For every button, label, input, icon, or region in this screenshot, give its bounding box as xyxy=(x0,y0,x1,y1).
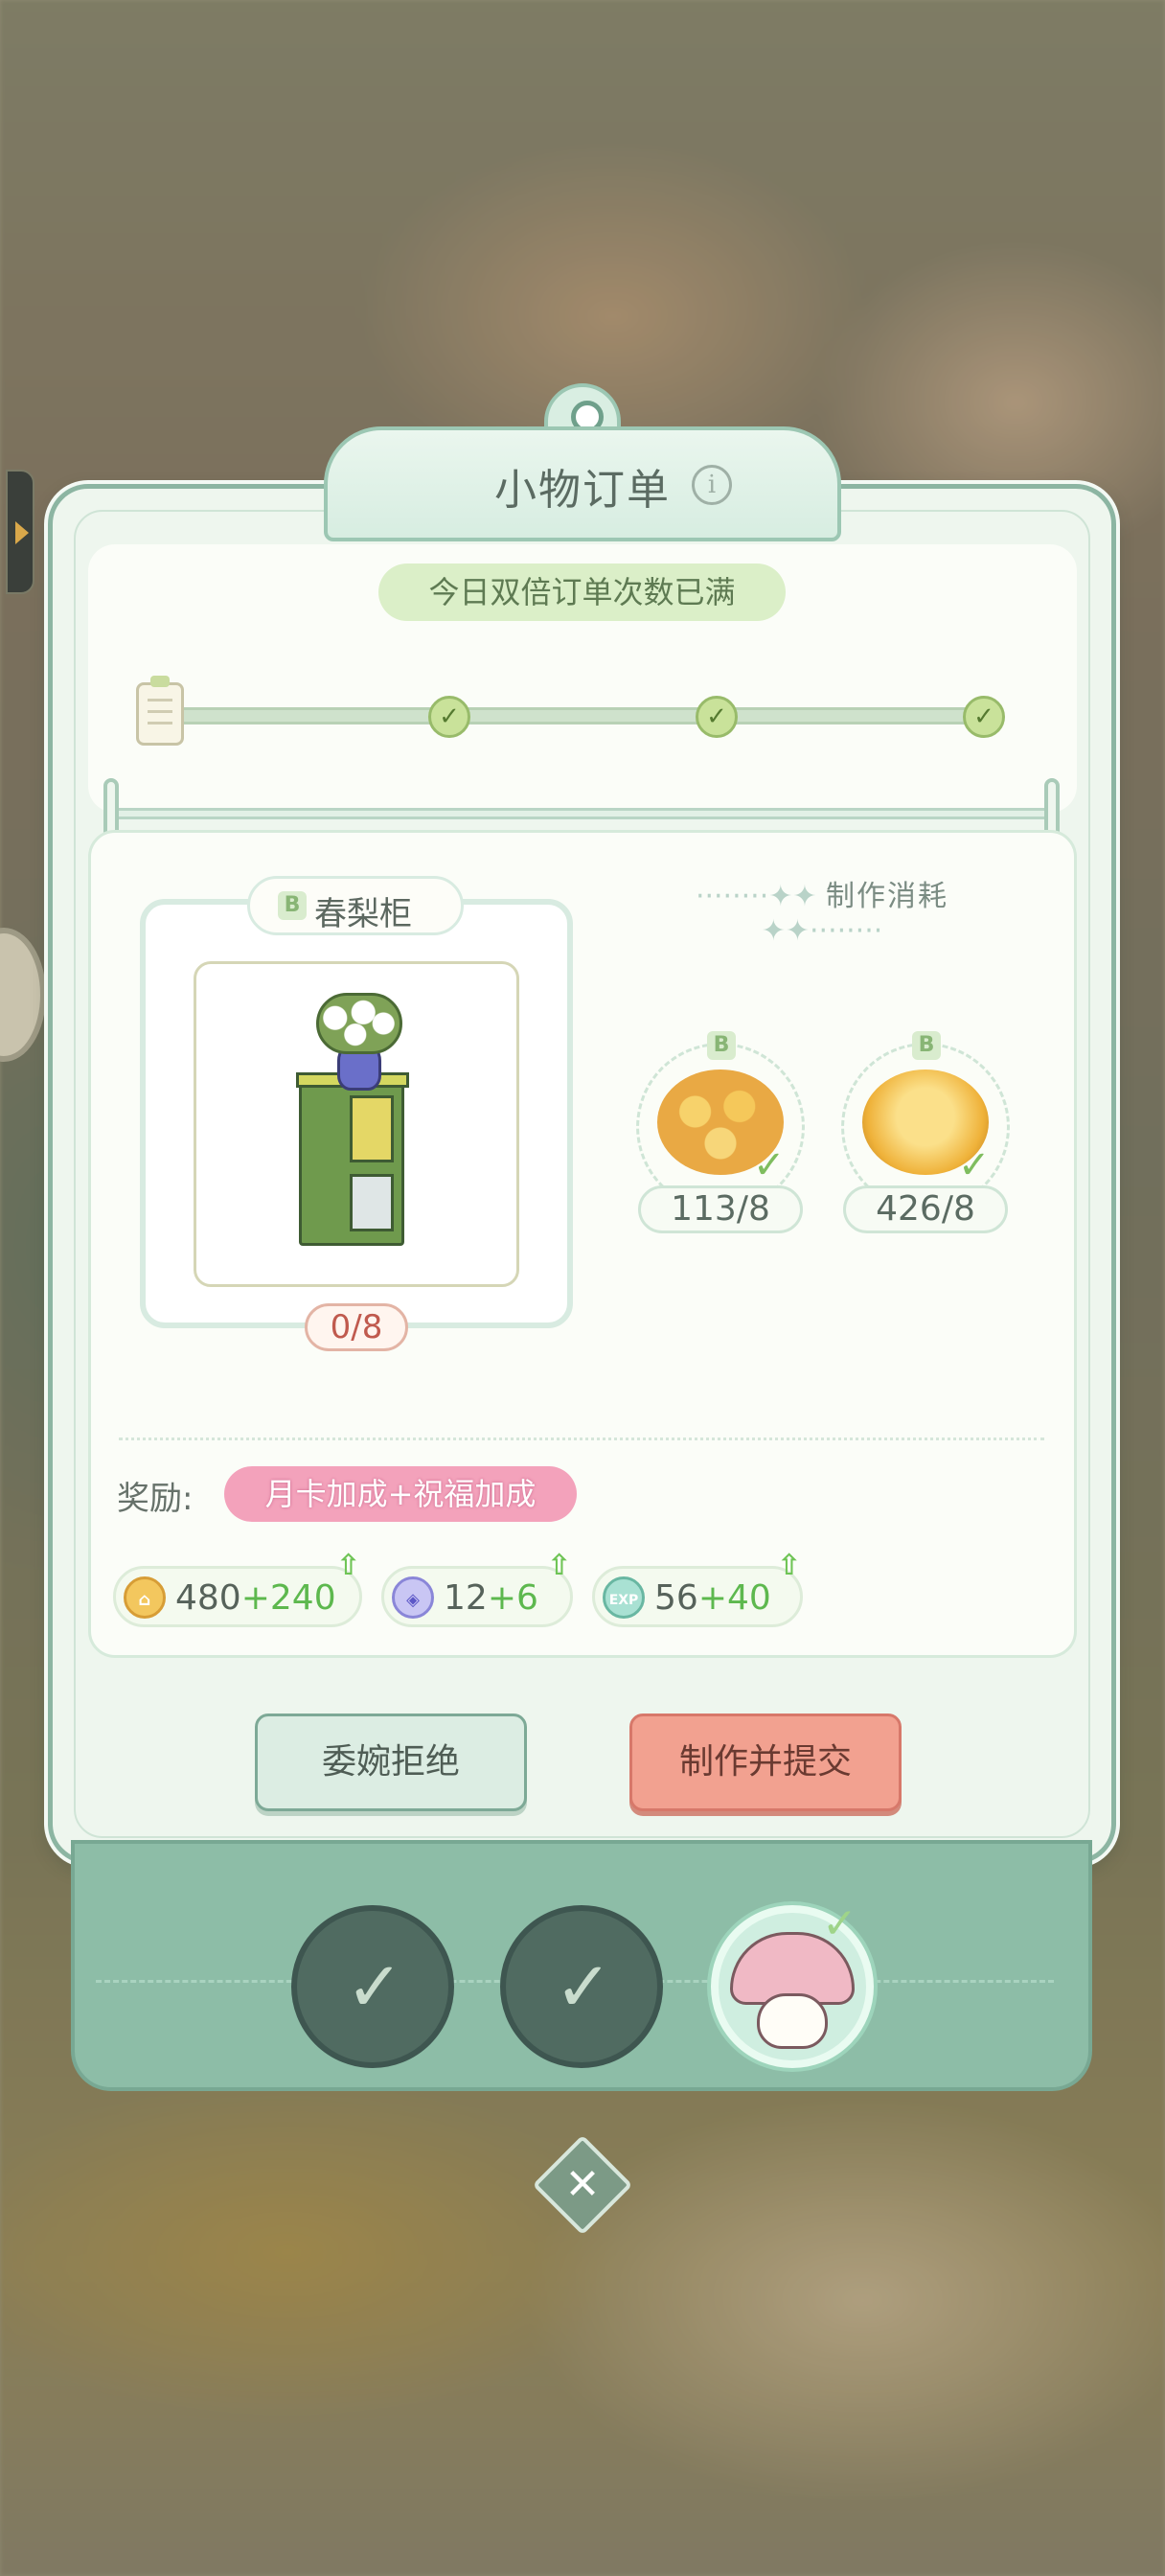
side-drawer-tab[interactable] xyxy=(6,470,34,594)
reward-divider xyxy=(119,1438,1044,1440)
info-icon[interactable]: i xyxy=(692,465,732,505)
flowers-icon xyxy=(316,993,402,1054)
reward-label: 奖励: xyxy=(117,1480,194,1518)
queue-slot-completed[interactable]: ✓ xyxy=(500,1905,663,2068)
check-icon: ✓ xyxy=(345,1946,404,2027)
check-icon: ✓ xyxy=(554,1946,613,2027)
chevron-right-icon xyxy=(15,521,29,544)
dialog-title: 小物订单 xyxy=(494,466,671,515)
reward-gem: ◈ 12+6 ⇧ xyxy=(381,1552,573,1627)
section-divider xyxy=(105,808,1060,819)
boost-arrow-icon: ⇧ xyxy=(777,1549,802,1582)
rarity-badge: B xyxy=(912,1031,941,1060)
close-icon[interactable]: ✕ xyxy=(547,2150,618,2220)
spring-pear-cabinet-icon xyxy=(296,1072,409,1246)
exp-icon: EXP xyxy=(603,1576,645,1619)
rarity-badge: B xyxy=(707,1031,736,1060)
reject-button[interactable]: 委婉拒绝 xyxy=(255,1714,527,1811)
material-count: 113/8 xyxy=(638,1185,803,1233)
mushroom-face xyxy=(757,1993,828,2049)
material-cost-title: ········✦✦ 制作消耗 ✦✦········ xyxy=(695,880,949,948)
progress-step-check-icon: ✓ xyxy=(428,696,470,738)
progress-step-check-icon: ✓ xyxy=(696,696,738,738)
craft-submit-button[interactable]: 制作并提交 xyxy=(629,1714,902,1811)
bonus-banner: 月卡加成+祝福加成 xyxy=(224,1466,577,1522)
double-order-banner: 今日双倍订单次数已满 xyxy=(378,564,786,621)
item-name: 春梨柜 xyxy=(314,895,412,933)
clipboard-icon xyxy=(136,676,184,746)
check-icon: ✓ xyxy=(753,1143,786,1187)
queue-slot-completed[interactable]: ✓ xyxy=(291,1905,454,2068)
progress-step-check-icon: ✓ xyxy=(963,696,1005,738)
progress-track xyxy=(172,707,992,724)
rarity-badge: B xyxy=(278,891,307,920)
item-owned-count: 0/8 xyxy=(305,1303,408,1351)
check-icon: ✓ xyxy=(958,1143,991,1187)
check-icon: ✓ xyxy=(822,1899,857,1948)
boost-arrow-icon: ⇧ xyxy=(547,1549,572,1582)
coin-icon: ⌂ xyxy=(124,1576,166,1619)
material-count: 426/8 xyxy=(843,1185,1008,1233)
boost-arrow-icon: ⇧ xyxy=(336,1549,361,1582)
reward-coin: ⌂ 480+240 ⇧ xyxy=(113,1552,362,1627)
blue-gem-icon: ◈ xyxy=(392,1576,434,1619)
reward-exp: EXP 56+40 ⇧ xyxy=(592,1552,803,1627)
